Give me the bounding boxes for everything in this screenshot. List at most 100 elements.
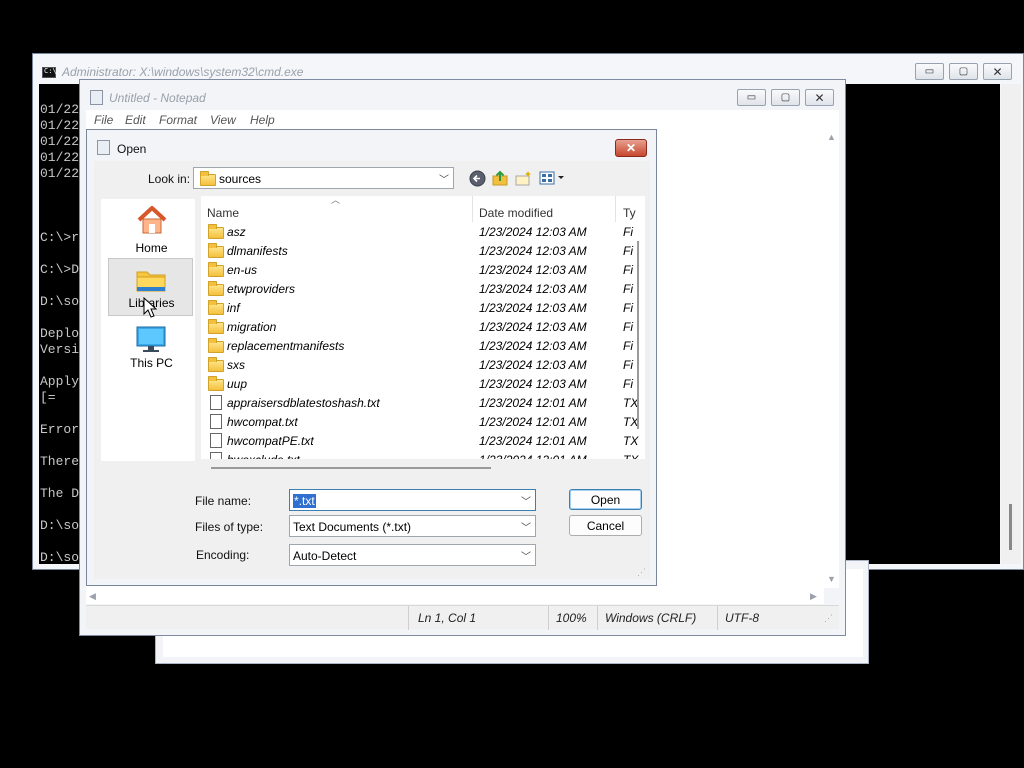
file-date-cell: 1/23/2024 12:01 AM [479,415,587,429]
notepad-vertical-scrollbar[interactable]: ▲ ▼ [824,130,839,588]
notepad-titlebar[interactable]: Untitled - Notepad ▭ ▢ ✕ [80,80,845,110]
scroll-up-icon[interactable]: ▲ [827,132,836,142]
file-type-cell: TX [623,453,638,459]
encoding-label: Encoding: [196,548,250,562]
file-list-header: ︿ Name Date modified Ty [201,196,645,222]
menu-edit[interactable]: Edit [125,113,146,127]
status-divider [597,606,598,630]
scroll-right-icon[interactable]: ▶ [810,591,817,602]
encoding-value: Auto-Detect [293,549,357,563]
column-name[interactable]: Name [207,206,239,220]
file-name-cell: dlmanifests [227,244,288,258]
column-date-modified[interactable]: Date modified [479,206,553,220]
file-date-cell: 1/23/2024 12:03 AM [479,339,587,353]
file-type-cell: Fi [623,339,633,353]
file-row[interactable]: sxs 1/23/2024 12:03 AM Fi [201,355,633,374]
encoding-dropdown[interactable]: Auto-Detect ﹀ [289,544,536,566]
file-row[interactable]: etwproviders 1/23/2024 12:03 AM Fi [201,279,633,298]
notepad-horizontal-scrollbar[interactable]: ◀ ▶ [86,588,824,604]
file-list-hscroll-thumb-bar[interactable] [211,467,491,469]
file-date-cell: 1/23/2024 12:03 AM [479,282,587,296]
open-button[interactable]: Open [569,489,642,510]
cmd-title: Administrator: X:\windows\system32\cmd.e… [62,65,304,79]
file-name-cell: en-us [227,263,258,277]
column-divider[interactable] [472,196,473,222]
folder-icon [208,300,224,315]
new-folder-icon[interactable] [515,169,533,187]
folder-icon [208,281,224,296]
file-type-cell: Fi [623,225,633,239]
notepad-app-icon [90,90,103,105]
file-date-cell: 1/23/2024 12:03 AM [479,358,587,372]
file-row[interactable]: hwcompatPE.txt 1/23/2024 12:01 AM TX [201,431,638,450]
file-name-cell: inf [227,301,240,315]
file-row[interactable]: migration 1/23/2024 12:03 AM Fi [201,317,633,336]
cmd-minimize-button[interactable]: ▭ [915,63,944,80]
cmd-scrollbar-thumb[interactable] [1009,504,1012,550]
file-date-cell: 1/23/2024 12:03 AM [479,263,587,277]
file-row[interactable]: hwexclude.txt 1/23/2024 12:01 AM TX [201,450,638,459]
resize-grip-icon[interactable]: ⋰ [824,613,833,624]
file-row[interactable]: asz 1/23/2024 12:03 AM Fi [201,222,633,241]
files-of-type-value: Text Documents (*.txt) [293,520,412,534]
scroll-down-icon[interactable]: ▼ [827,574,836,584]
place-home[interactable]: Home [108,200,193,258]
files-of-type-label: Files of type: [195,520,264,534]
file-date-cell: 1/23/2024 12:01 AM [479,434,587,448]
notepad-close-button[interactable]: ✕ [805,89,834,106]
back-icon[interactable] [469,170,486,187]
notepad-maximize-button[interactable]: ▢ [771,89,800,106]
open-dialog: Open ✕ Look in: sources ﹀ Home Libraries… [86,129,657,586]
file-row[interactable]: en-us 1/23/2024 12:03 AM Fi [201,260,633,279]
status-divider [717,606,718,630]
chevron-down-icon: ﹀ [521,523,531,534]
status-zoom: 100% [556,611,587,625]
status-divider [548,606,549,630]
menu-file[interactable]: File [94,113,113,127]
look-in-dropdown[interactable]: sources ﹀ [193,167,454,189]
close-icon: ✕ [992,64,1003,79]
menu-format[interactable]: Format [159,113,197,127]
file-name-cell: etwproviders [227,282,296,296]
cmd-app-icon [42,67,57,78]
view-menu-icon[interactable] [539,170,567,186]
file-list-vscroll-thumb[interactable] [637,241,639,429]
file-type-cell: Fi [623,282,633,296]
open-dialog-titlebar[interactable]: Open [87,130,656,161]
notepad-minimize-button[interactable]: ▭ [737,89,766,106]
up-one-level-icon[interactable] [491,169,509,187]
file-name-input[interactable]: *.txt ﹀ [289,489,536,511]
file-row[interactable]: uup 1/23/2024 12:03 AM Fi [201,374,633,393]
file-row[interactable]: replacementmanifests 1/23/2024 12:03 AM Fi [201,336,633,355]
column-divider[interactable] [615,196,616,222]
folder-icon [208,224,224,239]
scroll-left-icon[interactable]: ◀ [89,591,96,602]
cmd-scrollbar[interactable] [1001,84,1021,564]
file-list[interactable]: ︿ Name Date modified Ty asz 1/23/2024 12:… [201,196,645,459]
folder-icon [208,376,224,391]
file-row[interactable]: inf 1/23/2024 12:03 AM Fi [201,298,633,317]
place-home-label: Home [135,241,168,255]
column-type[interactable]: Ty [623,206,636,220]
resize-grip-icon[interactable]: ⋰ [637,567,646,578]
cancel-button[interactable]: Cancel [569,515,642,536]
file-name-cell: appraisersdblatestoshash.txt [227,396,380,410]
file-row[interactable]: appraisersdblatestoshash.txt 1/23/2024 12… [201,393,638,412]
status-position: Ln 1, Col 1 [418,611,477,625]
menu-help[interactable]: Help [250,113,275,127]
cmd-close-button[interactable]: ✕ [983,63,1012,80]
place-this-pc[interactable]: This PC [108,318,193,376]
folder-icon [208,319,224,334]
notepad-statusbar: Ln 1, Col 1 100% Windows (CRLF) UTF-8 ⋰ [86,605,839,630]
menu-view[interactable]: View [210,113,236,127]
file-list-vertical-scrollbar[interactable] [634,241,644,429]
file-row[interactable]: hwcompat.txt 1/23/2024 12:01 AM TX [201,412,638,431]
dialog-close-button[interactable]: ✕ [615,139,647,157]
files-of-type-dropdown[interactable]: Text Documents (*.txt) ﹀ [289,515,536,537]
libraries-icon [136,271,166,292]
file-row[interactable]: dlmanifests 1/23/2024 12:03 AM Fi [201,241,633,260]
file-date-cell: 1/23/2024 12:03 AM [479,225,587,239]
cmd-maximize-button[interactable]: ▢ [949,63,978,80]
file-type-cell: Fi [623,244,633,258]
close-icon: ✕ [625,141,637,155]
